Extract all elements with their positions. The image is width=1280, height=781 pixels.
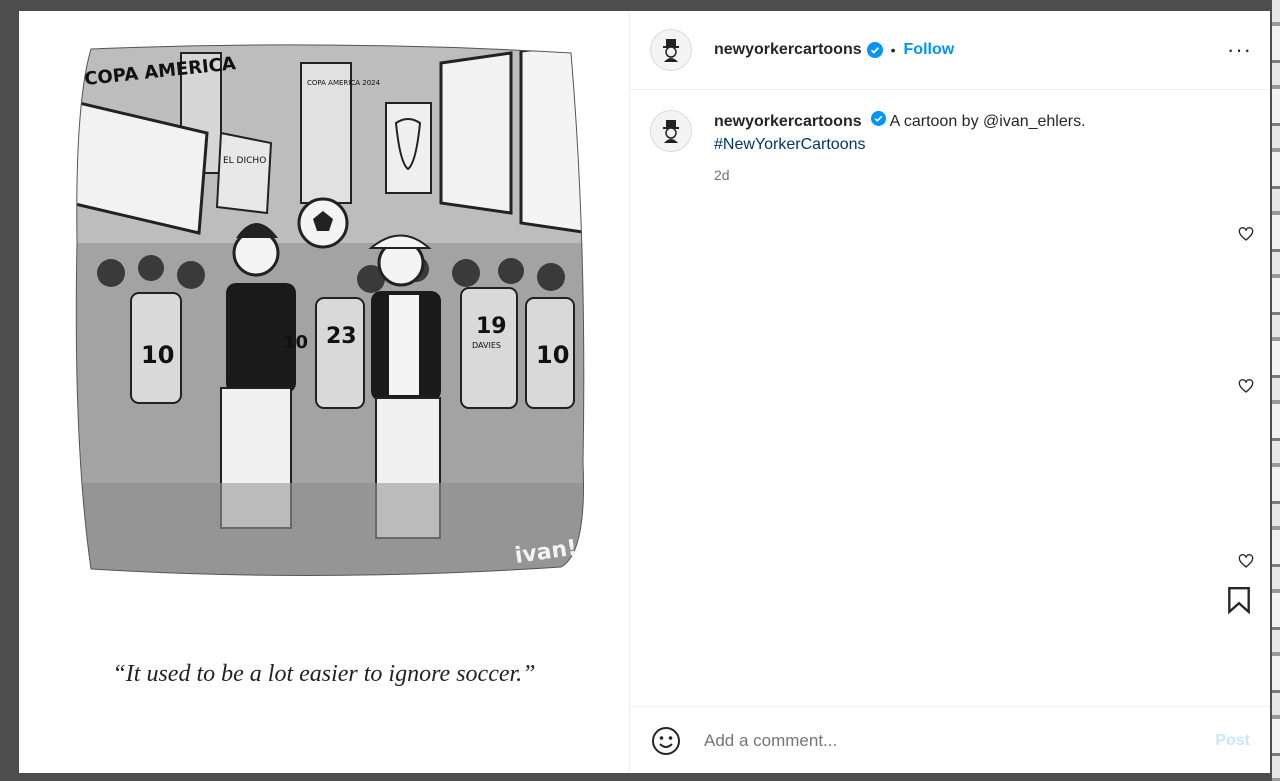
header-username[interactable]: newyorkercartoons bbox=[714, 41, 862, 59]
comments-section: newyorkercartoons A cartoon by @ivan_ehl… bbox=[630, 90, 1270, 570]
avatar[interactable] bbox=[650, 29, 692, 71]
post-media: COPA AMERICA EL DICHO COPA AMERICA 2024 … bbox=[19, 11, 630, 773]
like-icon[interactable] bbox=[1238, 553, 1254, 569]
cartoon-jersey-19: 19 bbox=[476, 314, 507, 339]
comment-username[interactable]: newyorkercartoons bbox=[714, 113, 862, 130]
like-icon[interactable] bbox=[1238, 226, 1254, 242]
more-options-icon[interactable]: ··· bbox=[1227, 37, 1252, 63]
cartoon-jersey-10-a: 10 bbox=[141, 341, 174, 369]
verified-badge-icon bbox=[866, 42, 883, 58]
background-page-strip bbox=[1272, 0, 1280, 781]
comment-text: A cartoon by @ivan_ehlers. bbox=[889, 113, 1086, 130]
hashtag-link[interactable]: #NewYorkerCartoons bbox=[714, 133, 1086, 156]
avatar[interactable] bbox=[650, 110, 692, 152]
post-description: newyorkercartoons A cartoon by @ivan_ehl… bbox=[630, 90, 1270, 187]
cartoon-sign-eldicho: EL DICHO bbox=[223, 156, 266, 166]
cartoon-jersey-davies: DAVIES bbox=[472, 341, 501, 350]
verified-badge-icon bbox=[871, 111, 887, 126]
emoji-icon[interactable] bbox=[650, 725, 682, 757]
follow-button[interactable]: Follow bbox=[904, 41, 955, 59]
like-icon[interactable] bbox=[1238, 378, 1254, 394]
cartoon-sign-copa: COPA AMERICA 2024 bbox=[307, 79, 381, 87]
post-header: newyorkercartoons • Follow ··· bbox=[630, 11, 1270, 90]
bookmark-icon[interactable] bbox=[1226, 586, 1252, 615]
cartoon-jersey-10-b: 10 bbox=[536, 341, 569, 369]
post-comment-button[interactable]: Post bbox=[1215, 732, 1250, 750]
post-side-panel: newyorkercartoons • Follow ··· newyorker… bbox=[630, 11, 1270, 773]
post-actions bbox=[1226, 586, 1252, 619]
cartoon-jersey-10-c: 10 bbox=[283, 332, 308, 353]
cartoon-image: COPA AMERICA EL DICHO COPA AMERICA 2024 … bbox=[75, 44, 585, 577]
eustace-tilley-icon bbox=[663, 120, 679, 143]
post-modal: COPA AMERICA EL DICHO COPA AMERICA 2024 … bbox=[19, 11, 1270, 773]
comment-input[interactable] bbox=[702, 729, 1216, 752]
post-timestamp[interactable]: 2d bbox=[714, 164, 1086, 187]
comment-bar: Post bbox=[630, 706, 1270, 774]
separator-dot: • bbox=[890, 42, 896, 58]
cartoon-jersey-23: 23 bbox=[326, 324, 357, 349]
eustace-tilley-icon bbox=[663, 39, 679, 62]
cartoon-caption: “It used to be a lot easier to ignore so… bbox=[112, 661, 536, 687]
